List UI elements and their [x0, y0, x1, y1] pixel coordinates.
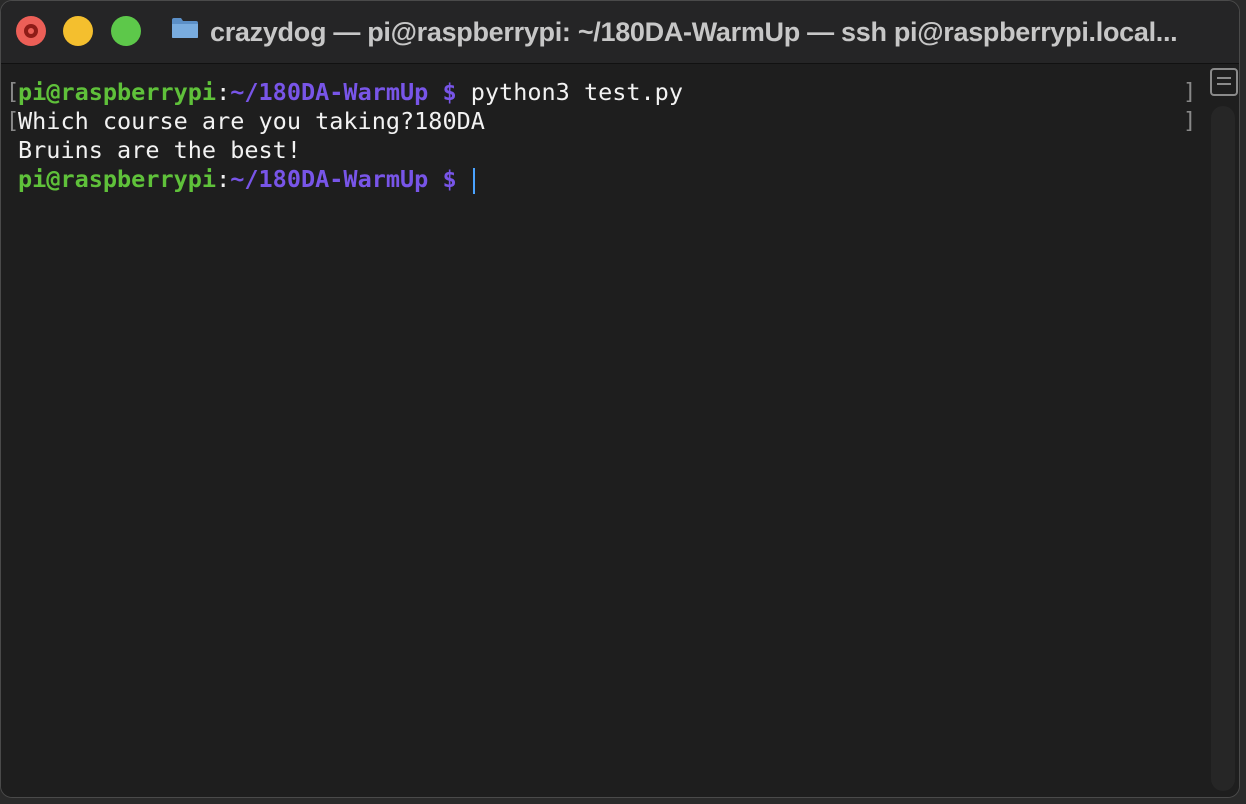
text-cursor [472, 167, 475, 194]
prompt-colon: : [216, 165, 231, 193]
folder-icon [172, 18, 198, 38]
window-title: crazydog — pi@raspberrypi: ~/180DA-WarmU… [210, 17, 1178, 47]
line-mark-right: ] [1183, 80, 1197, 105]
close-icon [24, 24, 38, 38]
scrollbar[interactable] [1211, 106, 1235, 791]
prompt-colon: : [216, 78, 231, 106]
terminal-line[interactable]: pi@raspberrypi:~/180DA-WarmUp $ [18, 165, 475, 194]
title-bar[interactable]: crazydog — pi@raspberrypi: ~/180DA-WarmU… [1, 1, 1239, 64]
prompt-path: ~/180DA-WarmUp $ [230, 78, 457, 106]
terminal-line: pi@raspberrypi:~/180DA-WarmUp $ python3 … [18, 78, 683, 107]
close-button[interactable] [16, 16, 46, 46]
terminal-line: Which course are you taking?180DA [18, 107, 485, 135]
scrollback-toggle-icon[interactable] [1210, 68, 1238, 96]
command-text: python3 test.py [456, 78, 683, 106]
maximize-button[interactable] [111, 16, 141, 46]
prompt-user: pi@raspberrypi [18, 165, 217, 193]
line-mark-right: ] [1183, 109, 1197, 134]
terminal-output[interactable]: [ [ ] ] pi@raspberrypi:~/180DA-WarmUp $ … [1, 64, 1201, 797]
terminal-line: Bruins are the best! [18, 136, 301, 164]
scroll-area [1205, 64, 1239, 797]
prompt-user: pi@raspberrypi [18, 78, 217, 106]
prompt-path: ~/180DA-WarmUp $ [230, 165, 457, 193]
minimize-button[interactable] [63, 16, 93, 46]
command-text [457, 165, 471, 193]
terminal-window: crazydog — pi@raspberrypi: ~/180DA-WarmU… [0, 0, 1240, 798]
